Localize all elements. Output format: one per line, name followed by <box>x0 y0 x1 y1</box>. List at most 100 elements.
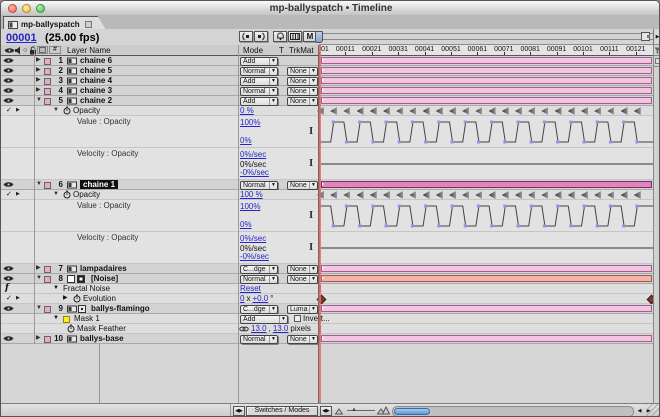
expand-arrow-icon[interactable]: ▼ <box>53 314 59 323</box>
trkmat-dropdown[interactable]: None▼ <box>287 335 318 344</box>
property-label[interactable]: Mask Feather <box>77 324 126 333</box>
expand-arrow-icon[interactable]: ▶ <box>36 334 41 343</box>
layer-row[interactable]: ▶ 2 chaine 5 Normal▼ None▼ <box>1 66 653 76</box>
keyframes-row[interactable] <box>320 106 653 115</box>
hold-keyframe-icon[interactable] <box>634 191 641 199</box>
stopwatch-icon[interactable] <box>73 294 81 303</box>
switches-modes-button[interactable]: Switches / Modes <box>246 406 318 416</box>
eye-icon[interactable] <box>3 334 14 343</box>
opacity-velocity-graph[interactable] <box>320 232 654 264</box>
hold-keyframe-icon[interactable] <box>581 191 588 199</box>
expand-arrow-icon[interactable]: ▼ <box>53 190 59 199</box>
hold-keyframe-icon[interactable] <box>343 191 350 199</box>
mask-row[interactable]: ▼ Mask 1 Add▼ Invert... I <box>1 314 653 324</box>
trkmat-dropdown[interactable]: None▼ <box>287 97 318 106</box>
solo-column-icon[interactable]: ○ <box>23 45 27 56</box>
hold-keyframe-icon[interactable] <box>383 191 390 199</box>
effect-name[interactable]: Fractal Noise <box>63 284 110 293</box>
velocity-max-link[interactable]: 0%/sec <box>240 150 266 159</box>
expand-arrow-icon[interactable]: ▼ <box>36 274 42 283</box>
hold-keyframe-icon[interactable] <box>515 191 522 199</box>
current-time-indicator[interactable] <box>319 45 321 403</box>
value-min-link[interactable]: 0% <box>240 220 252 229</box>
keyframe-check-icon[interactable]: ✓ <box>6 190 12 199</box>
graph-height-adjuster-icon[interactable]: I <box>309 243 313 253</box>
hold-keyframe-icon[interactable] <box>462 191 469 199</box>
navigator-right-arrow-button[interactable]: ▶ <box>653 29 660 45</box>
layer-duration-bar[interactable] <box>321 335 652 342</box>
property-row-mask-feather[interactable]: Mask Feather 13.0,13.0pixels I <box>1 324 653 334</box>
t-column-header[interactable]: T <box>279 45 284 56</box>
layer-row[interactable]: ▶ 3 chaine 4 Add▼ None▼ <box>1 76 653 86</box>
number-column-header[interactable]: # <box>49 46 61 54</box>
hold-keyframe-icon[interactable] <box>330 191 337 199</box>
value-max-link[interactable]: 100% <box>240 118 260 127</box>
current-time-link[interactable]: 00001 <box>6 32 37 44</box>
hold-keyframe-icon[interactable] <box>462 107 469 115</box>
layer-name[interactable]: ballys-flamingo <box>91 304 150 313</box>
hold-keyframe-icon[interactable] <box>581 107 588 115</box>
hold-keyframe-icon[interactable] <box>396 191 403 199</box>
eye-icon[interactable] <box>3 304 14 313</box>
layer-duration-bar[interactable] <box>321 87 652 94</box>
eye-icon[interactable] <box>3 180 14 189</box>
velocity-min-link[interactable]: -0%/sec <box>240 252 269 261</box>
graph-height-adjuster-icon[interactable]: I <box>309 159 313 169</box>
hold-keyframe-icon[interactable] <box>502 107 509 115</box>
mode-dropdown[interactable]: C...dge▼ <box>240 305 278 314</box>
value-min-link[interactable]: 0% <box>240 136 252 145</box>
trkmat-dropdown[interactable]: Luma▼ <box>287 305 318 314</box>
trkmat-dropdown[interactable]: None▼ <box>287 77 318 86</box>
hold-keyframe-icon[interactable] <box>357 107 364 115</box>
trkmat-dropdown[interactable]: None▼ <box>287 87 318 96</box>
eye-icon[interactable] <box>3 56 14 65</box>
trkmat-column-header[interactable]: TrkMat <box>289 45 314 56</box>
effect-reset-link[interactable]: Reset <box>240 284 261 293</box>
opacity-value-link[interactable]: 100 % <box>240 190 263 199</box>
bell-button[interactable] <box>273 31 287 42</box>
opacity-value-graph[interactable] <box>320 200 654 232</box>
comp-marker-bin[interactable] <box>654 45 660 56</box>
layer-name[interactable]: chaine 4 <box>80 76 112 85</box>
hold-keyframe-icon[interactable] <box>449 107 456 115</box>
window-titlebar[interactable]: mp-ballyspatch • Timeline <box>1 1 660 16</box>
expand-arrow-icon[interactable]: ▶ <box>36 86 41 95</box>
layer-row[interactable]: ▶ 10 ballys-base Normal▼ None▼ <box>1 334 653 344</box>
layer-duration-bar[interactable] <box>321 77 652 84</box>
layer-duration-bar[interactable] <box>321 265 652 272</box>
hold-keyframe-icon[interactable] <box>502 191 509 199</box>
link-dimensions-icon[interactable] <box>239 326 249 332</box>
hold-keyframe-icon[interactable] <box>528 191 535 199</box>
eye-icon[interactable] <box>3 264 14 273</box>
pan-right-button[interactable]: ◀▶ <box>320 406 332 416</box>
graph-height-adjuster-icon[interactable]: I <box>309 211 313 221</box>
hold-keyframe-icon[interactable] <box>555 191 562 199</box>
effect-row[interactable]: f ▼ Fractal Noise Reset I <box>1 284 653 294</box>
layer-name[interactable]: ballys-base <box>80 334 124 343</box>
layer-duration-bar[interactable] <box>321 57 652 64</box>
layer-row[interactable]: ▶ 7 lampadaires C...dge▼ None▼ <box>1 264 653 274</box>
eye-icon[interactable] <box>3 86 14 95</box>
zoom-slider-thumb[interactable]: ▲ <box>351 406 357 414</box>
mode-dropdown[interactable]: Normal▼ <box>240 275 278 284</box>
expand-arrow-icon[interactable]: ▶ <box>36 76 41 85</box>
hold-keyframe-icon[interactable] <box>370 191 377 199</box>
mode-dropdown[interactable]: Add▼ <box>240 57 278 66</box>
opacity-velocity-graph[interactable] <box>320 148 654 180</box>
mode-dropdown[interactable]: Normal▼ <box>240 335 278 344</box>
layer-name[interactable]: [Noise] <box>91 274 118 283</box>
hold-keyframe-icon[interactable] <box>383 107 390 115</box>
expand-arrow-icon[interactable]: ▼ <box>36 180 42 189</box>
stopwatch-icon[interactable] <box>67 324 75 333</box>
scrollbar-top-widget[interactable] <box>654 56 660 67</box>
zoom-in-icon[interactable] <box>377 406 390 415</box>
next-keyframe-icon[interactable]: ▶ <box>16 190 20 199</box>
hold-keyframe-icon[interactable] <box>555 107 562 115</box>
hold-keyframe-icon[interactable] <box>621 107 628 115</box>
pan-left-button[interactable]: ◀▶ <box>233 406 245 416</box>
audio-column-icon[interactable] <box>14 45 22 56</box>
hold-keyframe-icon[interactable] <box>594 191 601 199</box>
eye-icon[interactable] <box>3 76 14 85</box>
velocity-min-link[interactable]: -0%/sec <box>240 168 269 177</box>
hold-keyframe-icon[interactable] <box>409 107 416 115</box>
